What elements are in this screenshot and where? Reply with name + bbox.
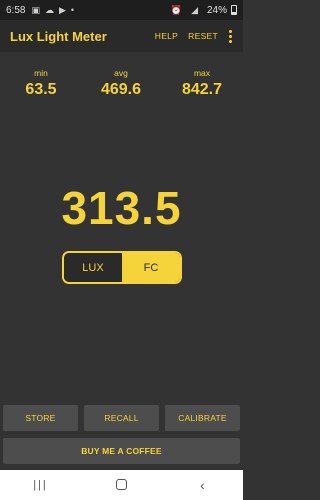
stat-avg: avg 469.6 [86, 68, 156, 99]
stat-avg-label: avg [114, 68, 128, 78]
cloud-icon: ☁ [44, 4, 54, 15]
buy-coffee-button[interactable]: BUY ME A COFFEE [3, 438, 240, 464]
app-bar: Lux Light Meter HELP RESET [0, 20, 243, 52]
unit-lux-option[interactable]: LUX [64, 253, 122, 282]
status-right: ⏰ ◢ 24% [171, 5, 237, 16]
system-nav-bar: ||| ‹ [0, 470, 243, 500]
calibrate-button[interactable]: CALIBRATE [165, 405, 240, 431]
stat-min: min 63.5 [6, 68, 76, 99]
app-actions: HELP RESET [155, 28, 233, 45]
unit-fc-option[interactable]: FC [122, 253, 180, 282]
reset-button[interactable]: RESET [188, 31, 218, 41]
status-time: 6:58 [6, 4, 26, 16]
stat-max: max 842.7 [167, 68, 237, 99]
signal-icon: ◢ [191, 4, 198, 15]
video-icon: ▶ [58, 4, 66, 15]
overflow-menu-icon[interactable] [228, 28, 233, 45]
battery-icon [231, 5, 237, 15]
recent-apps-icon[interactable]: ||| [26, 479, 56, 491]
stat-max-label: max [193, 68, 211, 78]
more-icon: • [70, 5, 75, 15]
help-button[interactable]: HELP [155, 31, 178, 41]
store-button[interactable]: STORE [3, 405, 78, 431]
alarm-icon: ⏰ [170, 4, 183, 15]
home-icon [116, 479, 127, 490]
app-title: Lux Light Meter [10, 28, 107, 44]
stat-min-value: 63.5 [25, 81, 57, 98]
stats-panel: min 63.5 avg 469.6 max 842.7 [0, 68, 243, 108]
unit-toggle[interactable]: LUX FC [62, 251, 182, 284]
recall-button[interactable]: RECALL [84, 405, 159, 431]
light-reading: 313.5 [61, 182, 182, 234]
back-icon[interactable]: ‹ [188, 477, 218, 493]
battery-percent: 24% [206, 4, 227, 16]
stat-max-value: 842.7 [181, 81, 223, 98]
status-bar: 6:58 ▣ ☁ ▶ • ⏰ ◢ 24% [0, 0, 243, 20]
image-icon: ▣ [31, 4, 40, 15]
home-button[interactable] [107, 477, 137, 493]
stat-avg-value: 469.6 [100, 81, 142, 98]
stat-min-label: min [34, 68, 48, 78]
